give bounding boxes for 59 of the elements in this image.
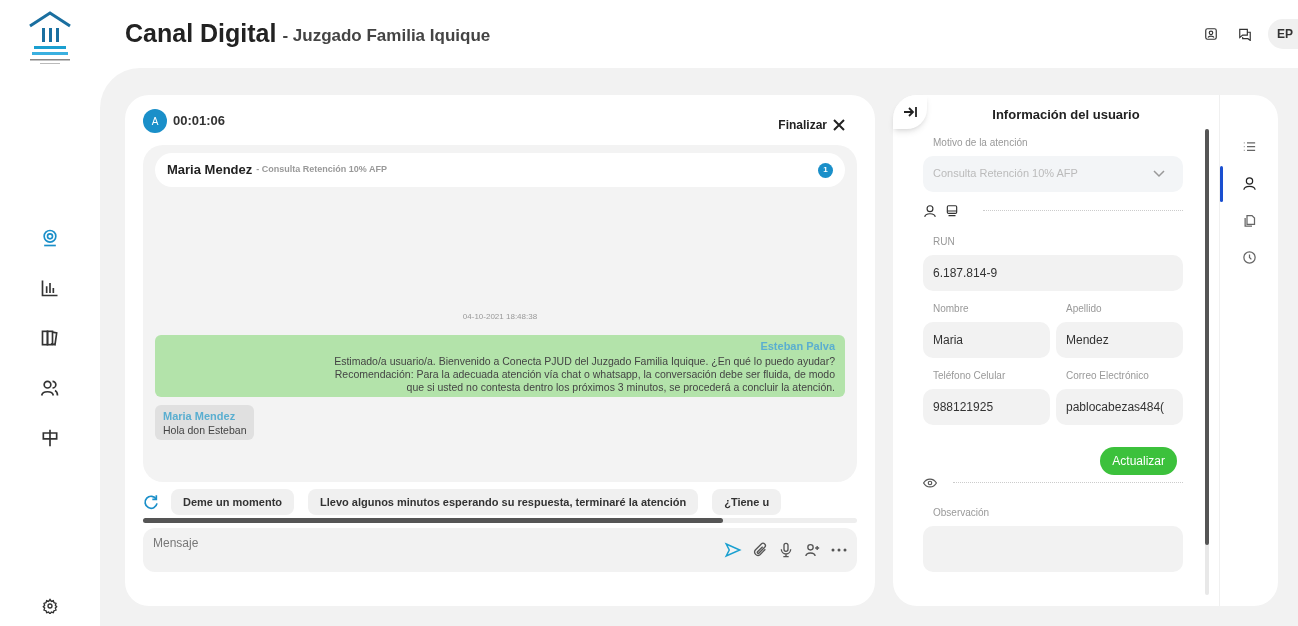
conversation-topic: - Consulta Retención 10% AFP xyxy=(256,163,387,177)
more-icon[interactable] xyxy=(831,547,847,553)
webcam-icon[interactable] xyxy=(40,228,60,248)
quick-reply-chip[interactable]: Llevo algunos minutos esperando su respuesta, terminaré la atención xyxy=(308,489,699,515)
contact-card-icon[interactable] xyxy=(1204,27,1218,41)
attachment-icon[interactable] xyxy=(752,542,768,558)
signpost-icon[interactable] xyxy=(40,428,60,448)
message-author: Maria Mendez xyxy=(163,408,236,424)
unread-badge: 1 xyxy=(818,162,833,178)
panel-title: Información del usuario xyxy=(992,106,1140,124)
message-text: Estimado/a usuario/a. Bienvenido a Conecta PJUD del Juzgado Familia Iquique. ¿En qué lo puedo ayudar? Recomendación: Para la adecuada atención vía chat o whatsapp, la conversación debe ser fluida, de modo que si usted no contesta dentro los próximos 3 minutos, se procederá a concluir la atención. xyxy=(334,354,835,394)
agent-avatar: A xyxy=(143,109,167,133)
contact-name: Maria Mendez xyxy=(167,161,253,180)
refresh-replies-icon[interactable] xyxy=(143,494,159,510)
collapse-panel-button[interactable] xyxy=(893,95,927,129)
add-user-icon[interactable] xyxy=(804,542,821,558)
field-label: Teléfono Celular xyxy=(933,368,1007,383)
send-icon[interactable] xyxy=(724,541,742,559)
documents-icon[interactable] xyxy=(1241,213,1257,228)
text-field[interactable]: pablocabezas484( xyxy=(1056,388,1183,425)
app-title: Canal Digital xyxy=(125,18,277,50)
text-field[interactable]: 988121925 xyxy=(923,388,1050,425)
eye-icon[interactable] xyxy=(923,476,937,489)
field-label: Correo Electrónico xyxy=(1066,368,1150,383)
close-icon xyxy=(833,119,845,131)
quick-reply-chip[interactable]: ¿Tiene u xyxy=(712,489,782,515)
text-field[interactable]: Maria xyxy=(923,321,1050,358)
clock-icon[interactable] xyxy=(1241,250,1257,265)
quick-reply-chip[interactable]: Deme un momento xyxy=(171,489,294,515)
collapse-icon xyxy=(903,106,917,118)
books-icon[interactable] xyxy=(40,328,60,348)
field-label: RUN xyxy=(933,234,956,249)
message-author: Esteban Palva xyxy=(760,339,835,354)
field-label: Observación xyxy=(933,505,991,520)
text-field[interactable]: 6.187.814-9 xyxy=(923,254,1183,291)
computer-icon[interactable] xyxy=(945,203,959,218)
message-timestamp: 04-10-2021 18:48:38 xyxy=(462,311,538,323)
message-text: Hola don Esteban xyxy=(163,424,247,437)
person-icon[interactable] xyxy=(923,203,937,218)
list-icon[interactable] xyxy=(1241,139,1257,154)
field-label: Motivo de la atención xyxy=(933,135,1029,150)
scrollbar[interactable] xyxy=(143,518,723,523)
field-label: Nombre xyxy=(933,301,970,316)
court-name: - Juzgado Familia Iquique xyxy=(282,24,491,47)
chat-icon[interactable] xyxy=(1238,27,1252,41)
field-label: Apellido xyxy=(1066,301,1103,316)
settings-icon[interactable] xyxy=(42,598,58,614)
chat-timer: 00:01:06 xyxy=(173,112,226,131)
user-avatar[interactable]: EP xyxy=(1268,19,1298,49)
text-field[interactable]: Mendez xyxy=(1056,321,1183,358)
microphone-icon[interactable] xyxy=(778,541,794,559)
chevron-down-icon xyxy=(1153,169,1165,178)
end-chat-button[interactable]: Finalizar xyxy=(778,116,845,134)
scrollbar[interactable] xyxy=(1205,129,1209,545)
message-input[interactable]: Mensaje xyxy=(143,528,857,572)
users-icon[interactable] xyxy=(40,378,60,398)
message-field[interactable]: Mensaje xyxy=(153,534,724,552)
person-icon[interactable] xyxy=(1241,176,1257,191)
bar-chart-icon[interactable] xyxy=(40,278,60,298)
